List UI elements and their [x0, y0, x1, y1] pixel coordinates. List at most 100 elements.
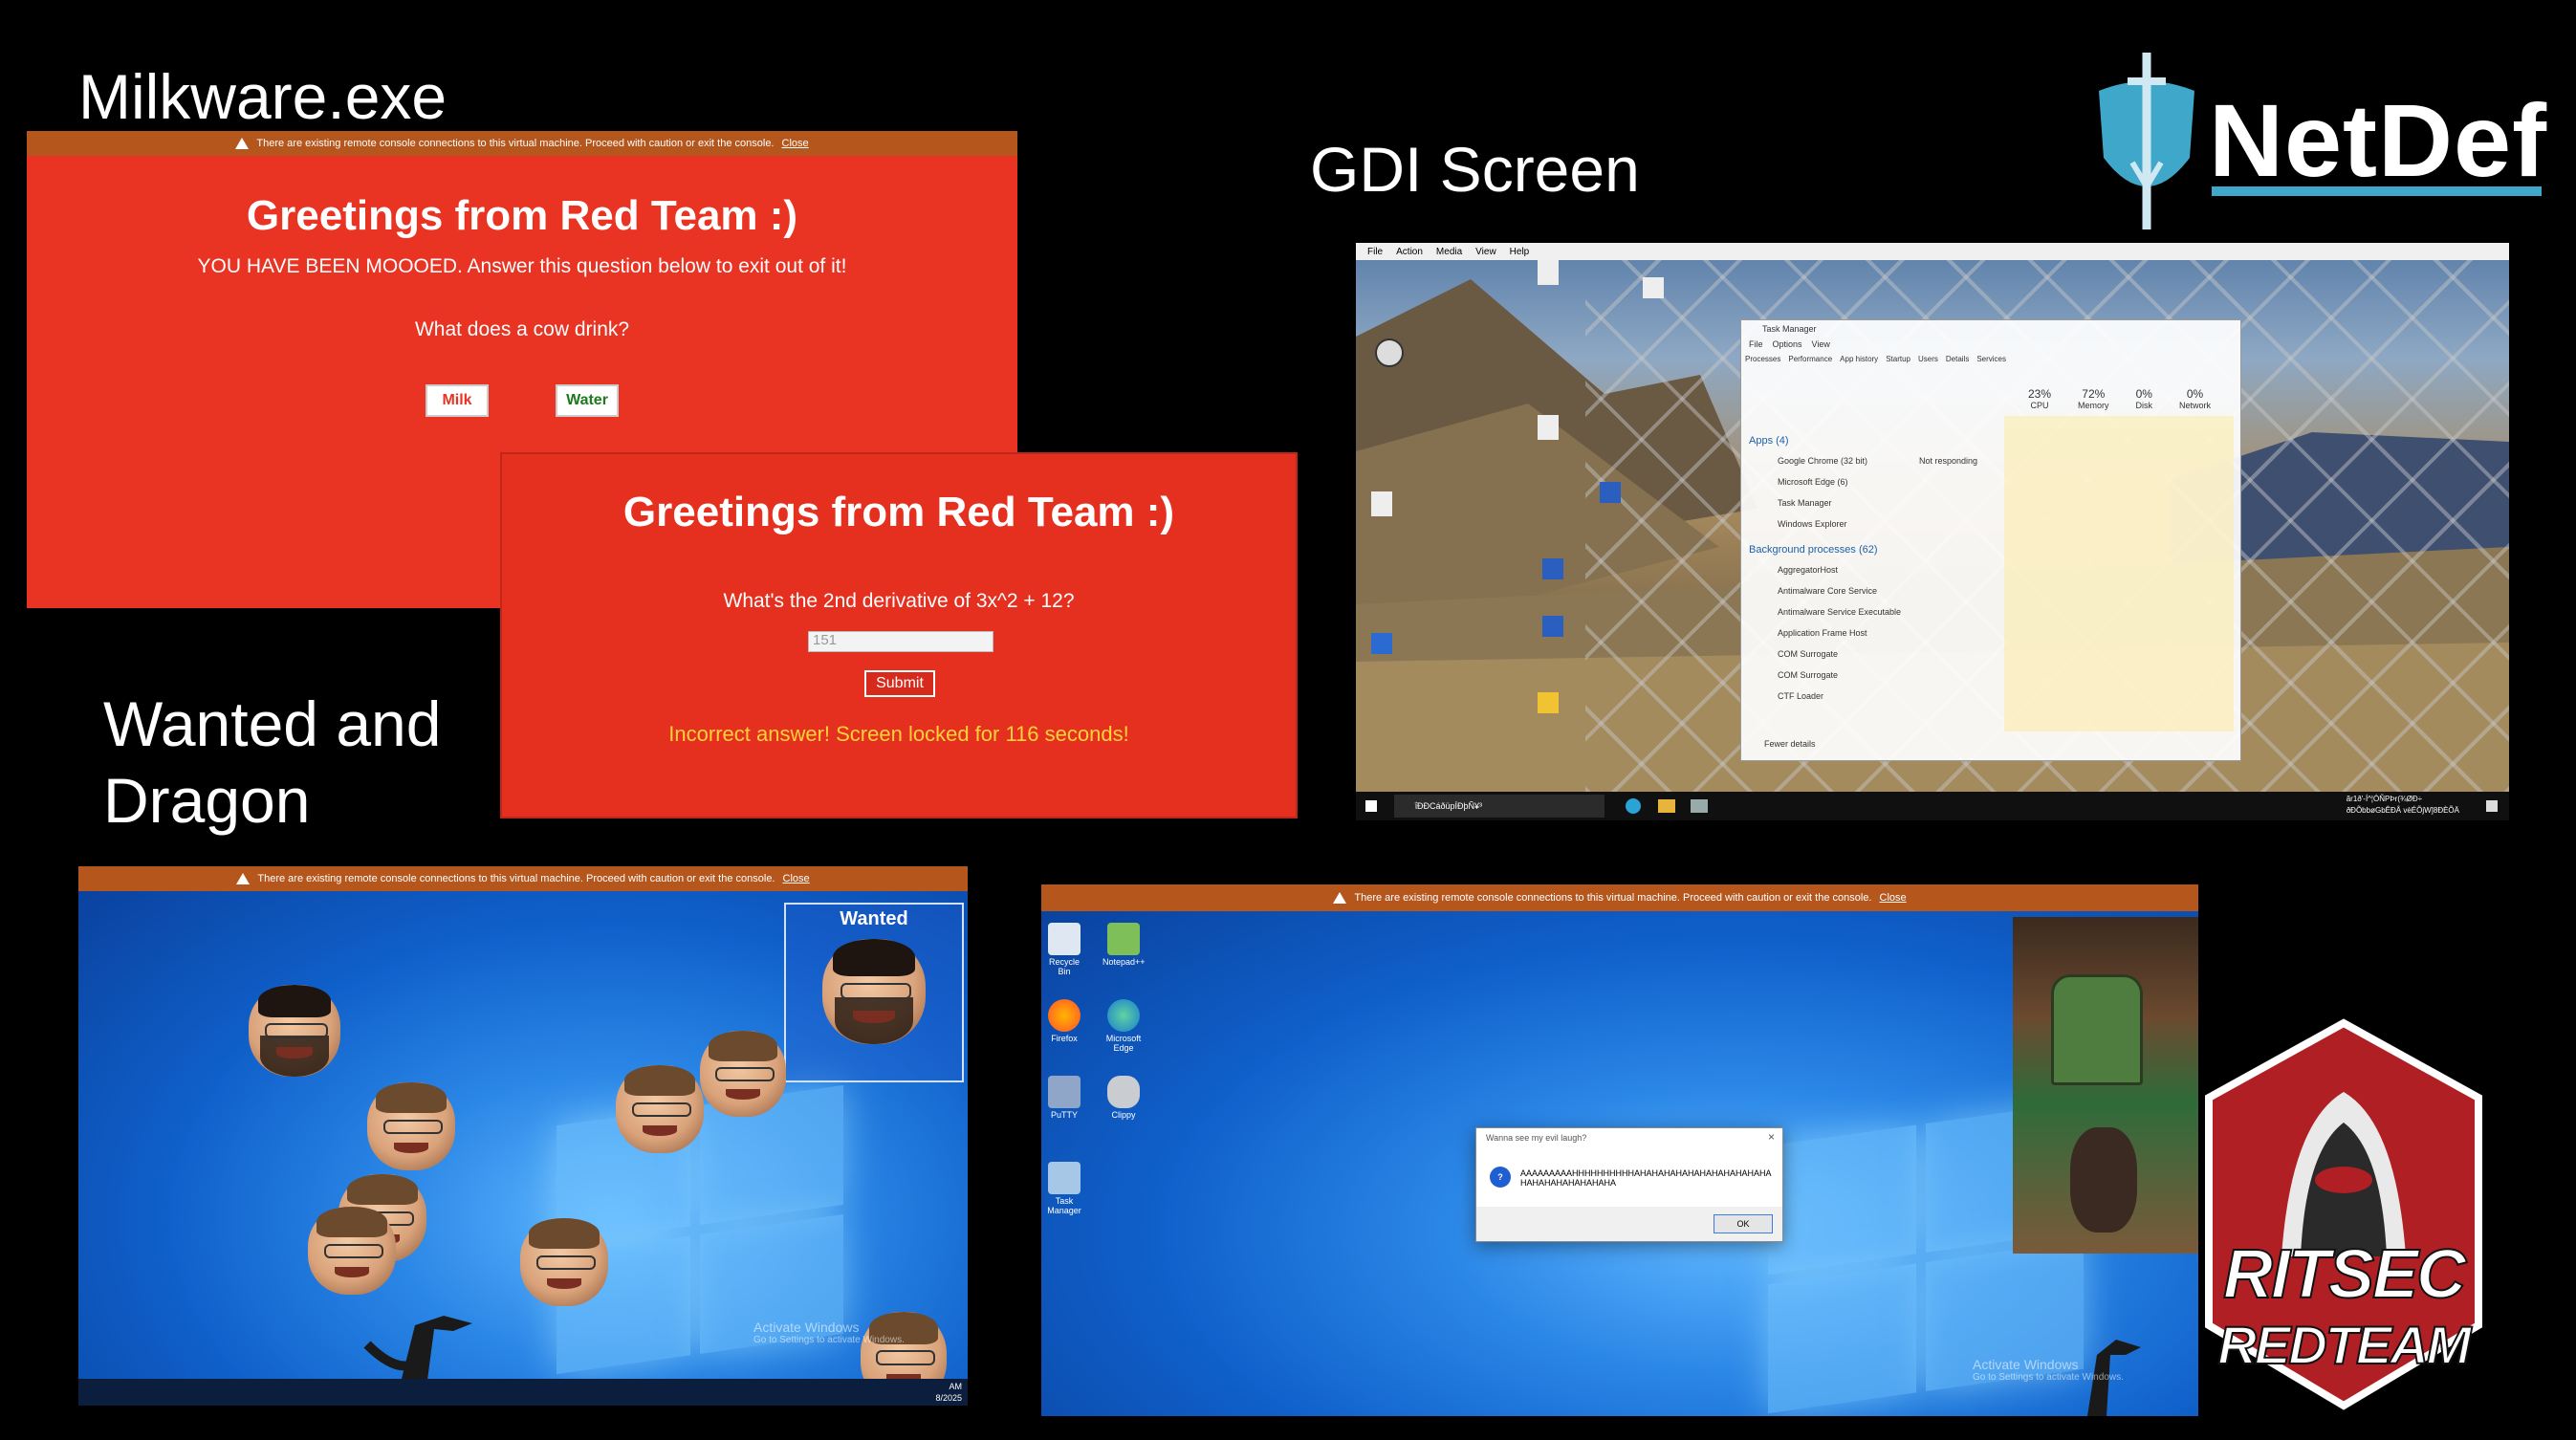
- tm-app-row[interactable]: Windows Explorer: [1778, 519, 1847, 529]
- wanted-taskbar: AM 8/2025: [78, 1379, 968, 1406]
- gdi-desktop-icon[interactable]: [1538, 415, 1559, 440]
- warning-icon: [1333, 892, 1347, 904]
- task-manager-window: Task Manager File Options View Processes…: [1740, 319, 2241, 761]
- vm-warning-close-link[interactable]: Close: [782, 138, 809, 149]
- vm-warning-text: There are existing remote console connec…: [257, 873, 775, 884]
- bouncing-face: [308, 1207, 396, 1295]
- notification-icon[interactable]: [2486, 800, 2498, 812]
- menu-media[interactable]: Media: [1436, 247, 1462, 257]
- gdi-desktop-icon[interactable]: [1375, 338, 1404, 367]
- gdi-desktop-icon[interactable]: [1600, 482, 1621, 503]
- explorer-taskbar-icon[interactable]: [1658, 799, 1675, 813]
- milkware-heading: Milkware.exe: [78, 61, 448, 132]
- water-button[interactable]: Water: [556, 384, 619, 417]
- edge-taskbar-icon[interactable]: [1626, 798, 1641, 814]
- tm-tab-details[interactable]: Details: [1946, 355, 1969, 363]
- vm-warning-close-link[interactable]: Close: [783, 873, 810, 884]
- tm-bg-row[interactable]: CTF Loader: [1778, 691, 1823, 701]
- tm-bg-row[interactable]: AggregatorHost: [1778, 565, 1838, 575]
- tm-stat-network-value: 0%: [2186, 387, 2204, 401]
- info-icon: ?: [1490, 1167, 1511, 1188]
- vm-warning-text: There are existing remote console connec…: [256, 138, 775, 149]
- windows-start-icon[interactable]: [1365, 800, 1377, 812]
- vmconsole-taskbar-icon[interactable]: [1691, 799, 1708, 813]
- gdi-desktop-icon[interactable]: [1371, 633, 1392, 654]
- wanted-clock-time: AM: [949, 1382, 963, 1391]
- tm-app-status: Not responding: [1919, 456, 1978, 466]
- putty-desktop-icon[interactable]: PuTTY: [1043, 1076, 1085, 1120]
- math-panel-question: What's the 2nd derivative of 3x^2 + 12?: [723, 590, 1075, 612]
- tm-usage-highlight: [2004, 416, 2234, 731]
- tm-stat-network-label: Network: [2179, 401, 2212, 410]
- tm-bg-row[interactable]: Antimalware Service Executable: [1778, 607, 1901, 617]
- task-manager-desktop-icon[interactable]: Task Manager: [1043, 1162, 1085, 1215]
- bouncing-face: [249, 985, 340, 1077]
- tm-tab-app-history[interactable]: App history: [1840, 355, 1878, 363]
- recycle-bin-desktop-icon[interactable]: Recycle Bin: [1043, 923, 1085, 976]
- taskbar-search-text: ΐÐÐCáðüpÍÐþÑ¥³: [1415, 801, 1483, 811]
- menu-file[interactable]: File: [1367, 247, 1383, 257]
- tm-bg-row[interactable]: Application Frame Host: [1778, 628, 1867, 638]
- notepadpp-desktop-icon[interactable]: Notepad++: [1102, 923, 1146, 967]
- gdi-screen-heading: GDI Screen: [1310, 134, 1640, 205]
- tm-stat-memory-label: Memory: [2078, 401, 2109, 410]
- edge-desktop-icon[interactable]: Microsoft Edge: [1102, 999, 1145, 1053]
- tm-app-row[interactable]: Task Manager: [1778, 498, 1832, 508]
- tm-tab-processes[interactable]: Processes: [1745, 355, 1780, 363]
- gdi-screen: File Action Media View Help Task Manager…: [1356, 243, 2509, 820]
- gdi-desktop-icon[interactable]: [1643, 277, 1664, 298]
- tm-tab-startup[interactable]: Startup: [1886, 355, 1910, 363]
- tm-bg-row[interactable]: Antimalware Core Service: [1778, 586, 1877, 596]
- recycle-bin-icon: [1048, 923, 1081, 955]
- vm-menubar: File Action Media View Help: [1356, 243, 2509, 260]
- vm-warning-close-link[interactable]: Close: [1880, 892, 1907, 904]
- subway-surfers-window[interactable]: [2013, 917, 2198, 1254]
- submit-button[interactable]: Submit: [864, 670, 935, 697]
- wanted-label: Wanted: [840, 908, 908, 929]
- wanted-screen: There are existing remote console connec…: [78, 866, 968, 1406]
- dialog-close-icon[interactable]: ×: [1768, 1130, 1775, 1144]
- tm-app-row[interactable]: Google Chrome (32 bit): [1778, 456, 1867, 466]
- firefox-desktop-icon[interactable]: Firefox: [1043, 999, 1085, 1043]
- tm-tab-services[interactable]: Services: [1976, 355, 2006, 363]
- tm-bg-row[interactable]: COM Surrogate: [1778, 649, 1838, 659]
- clippy-icon: [1107, 1076, 1140, 1108]
- milk-button[interactable]: Milk: [426, 384, 489, 417]
- tm-menu-options[interactable]: Options: [1773, 339, 1802, 349]
- menu-view[interactable]: View: [1475, 247, 1496, 257]
- putty-label: PuTTY: [1050, 1110, 1078, 1120]
- wanted-heading: Wanted and: [103, 688, 442, 759]
- gdi-desktop-icon[interactable]: [1538, 692, 1559, 713]
- gdi-desktop-icon[interactable]: [1371, 491, 1392, 516]
- wanted-activate-line-1: Activate Windows: [753, 1320, 860, 1335]
- gdi-desktop-icon[interactable]: [1538, 260, 1559, 285]
- tm-tab-users[interactable]: Users: [1918, 355, 1938, 363]
- tm-bg-header: Background processes (62): [1749, 544, 1878, 556]
- tm-fewer-details[interactable]: Fewer details: [1764, 739, 1816, 749]
- dialog-title: Wanna see my evil laugh?: [1486, 1133, 1587, 1143]
- notepadpp-label: Notepad++: [1102, 957, 1146, 967]
- tm-tab-performance[interactable]: Performance: [1788, 355, 1832, 363]
- tm-stat-cpu-value: 23%: [2028, 387, 2052, 401]
- warning-icon: [236, 873, 251, 884]
- tm-bg-row[interactable]: COM Surrogate: [1778, 670, 1838, 680]
- tm-stat-memory-value: 72%: [2082, 387, 2106, 401]
- menu-help[interactable]: Help: [1510, 247, 1530, 257]
- gdi-taskbar: ΐÐÐCáðüpÍÐþÑ¥³ ãr1ð'-Í^¦ÓÑPÞr(¾ØÐ÷ ðÐÕbb…: [1356, 792, 2509, 820]
- putty-icon: [1048, 1076, 1081, 1108]
- milk-panel-question: What does a cow drink?: [414, 318, 630, 340]
- dialog-message: AAAAAAAAAHHHHHHHHHHAHAHAHAHAHAHAHAHAHAHA…: [1520, 1168, 1772, 1188]
- tm-app-row[interactable]: Microsoft Edge (6): [1778, 477, 1848, 487]
- taskbar-search[interactable]: ΐÐÐCáðüpÍÐþÑ¥³: [1394, 795, 1605, 818]
- tm-menu-file[interactable]: File: [1749, 339, 1763, 349]
- clippy-desktop-icon[interactable]: Clippy: [1102, 1076, 1145, 1120]
- tm-menu-view[interactable]: View: [1812, 339, 1830, 349]
- menu-action[interactable]: Action: [1396, 247, 1423, 257]
- gdi-desktop-icon[interactable]: [1542, 558, 1563, 579]
- answer-input[interactable]: 151: [808, 631, 993, 652]
- gdi-desktop-icon[interactable]: [1542, 616, 1563, 637]
- dragon-activate-line-2: Go to Settings to activate Windows.: [1973, 1372, 2124, 1383]
- dialog-ok-button[interactable]: OK: [1714, 1214, 1773, 1233]
- dragon-activate-windows: Activate Windows Go to Settings to activ…: [1973, 1357, 2124, 1383]
- tm-stat-disk: 0% Disk: [2136, 387, 2153, 410]
